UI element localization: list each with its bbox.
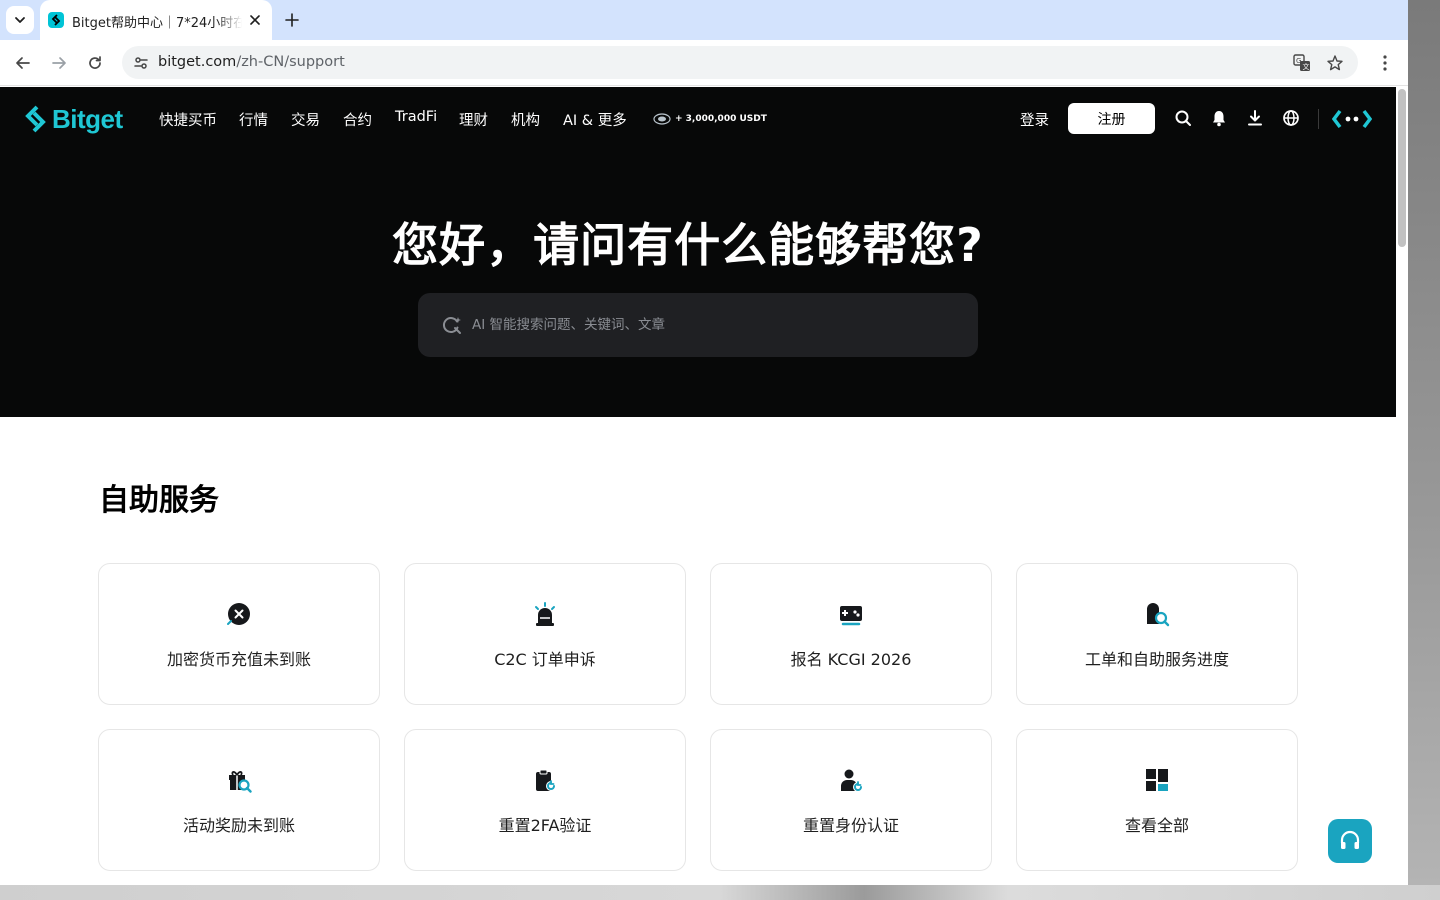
download-button[interactable] (1245, 108, 1265, 128)
close-icon (250, 15, 260, 25)
gamepad-icon (838, 601, 864, 627)
site-header: Bitget 快捷买币 行情 交易 合约 TradFi 理财 机构 AI & 更… (0, 87, 1396, 151)
language-button[interactable] (1281, 108, 1301, 128)
header-search-button[interactable] (1173, 108, 1193, 128)
card-label: C2C 订单申诉 (494, 650, 596, 669)
register-button[interactable]: 注册 (1068, 103, 1155, 134)
card-label: 活动奖励未到账 (182, 816, 295, 835)
tab-search-button[interactable] (6, 6, 34, 34)
nav-ai-more[interactable]: AI & 更多 (563, 109, 627, 130)
bell-icon (1213, 111, 1225, 127)
service-card-ticket-progress[interactable]: 工单和自助服务进度 (1016, 563, 1298, 705)
bookmark-button[interactable] (1325, 53, 1345, 73)
url-host: bitget.com (158, 54, 237, 70)
tune-icon (134, 57, 148, 69)
browser-toolbar: bitget.com/zh-CN/support G 文 (0, 40, 1408, 86)
card-label: 加密货币充值未到账 (166, 650, 311, 669)
brand-partner-logo[interactable] (1332, 107, 1372, 131)
page-title: 您好，请问有什么能够帮您? (392, 218, 984, 272)
url-path: /zh-CN/support (236, 54, 345, 70)
card-label: 重置身份认证 (802, 816, 899, 835)
reload-icon (89, 56, 101, 69)
more-vertical-icon (1383, 55, 1387, 71)
logo-text: Bitget (52, 103, 123, 134)
user-reset-icon (838, 767, 864, 793)
customer-support-button[interactable] (1328, 819, 1372, 863)
nav-futures[interactable]: 合约 (343, 109, 372, 130)
nav-markets[interactable]: 行情 (239, 109, 268, 130)
service-card-kcgi-signup[interactable]: 报名 KCGI 2026 (710, 563, 992, 705)
scrollbar-thumb[interactable] (1398, 89, 1406, 247)
translate-icon: G 文 (1293, 54, 1310, 71)
promo-text: + 3,000,000 USDT (675, 114, 767, 124)
arrow-right-icon (52, 57, 66, 69)
page-viewport: Bitget 快捷买币 行情 交易 合约 TradFi 理财 机构 AI & 更… (0, 87, 1408, 885)
bitget-logo[interactable]: Bitget (24, 103, 123, 135)
browser-window: Bitget帮助中心｜7*24小时在线 bitget.com/zh-CN/sup… (0, 0, 1408, 885)
notifications-button[interactable] (1209, 108, 1229, 128)
bitget-logo-icon (25, 105, 46, 133)
forward-button[interactable] (46, 50, 72, 76)
new-tab-button[interactable] (280, 8, 304, 32)
service-card-deposit-missing[interactable]: 加密货币充值未到账 (98, 563, 380, 705)
svg-text:文: 文 (1303, 62, 1310, 71)
headset-icon (1340, 830, 1360, 849)
gift-search-icon (226, 767, 252, 793)
reload-button[interactable] (82, 50, 108, 76)
brand-mark-icon (1332, 109, 1372, 129)
card-label: 重置2FA验证 (498, 816, 592, 835)
card-label: 报名 KCGI 2026 (790, 650, 912, 669)
svg-text:G: G (1296, 57, 1301, 65)
ai-search-icon (442, 315, 462, 335)
tab-title: Bitget帮助中心｜7*24小时在线 (72, 16, 242, 30)
self-service-title: 自助服务 (99, 483, 219, 518)
card-label: 查看全部 (1124, 816, 1189, 835)
hero-section: Bitget 快捷买币 行情 交易 合约 TradFi 理财 机构 AI & 更… (0, 87, 1396, 417)
active-tab[interactable]: Bitget帮助中心｜7*24小时在线 (40, 0, 272, 40)
deposit-error-icon (226, 601, 252, 627)
chevron-down-icon (15, 17, 25, 23)
nav-trade[interactable]: 交易 (291, 109, 320, 130)
tab-close-button[interactable] (246, 11, 264, 29)
browser-menu-button[interactable] (1372, 50, 1398, 76)
clipboard-reset-icon (532, 767, 558, 793)
address-bar[interactable]: bitget.com/zh-CN/support G 文 (122, 46, 1358, 79)
search-input[interactable] (472, 313, 952, 337)
service-card-view-all[interactable]: 查看全部 (1016, 729, 1298, 871)
star-icon (1327, 55, 1343, 71)
translate-button[interactable]: G 文 (1292, 53, 1312, 73)
promo-banner[interactable]: + 3,000,000 USDT (653, 111, 767, 127)
ticket-search-icon (1144, 601, 1170, 627)
search-icon (1175, 110, 1191, 126)
download-icon (1248, 110, 1262, 126)
desktop-taskbar-edge (0, 885, 1440, 900)
nav-tradfi[interactable]: TradFi (395, 109, 437, 125)
site-info-button[interactable] (130, 52, 152, 74)
nav-institutional[interactable]: 机构 (511, 109, 540, 130)
nav-quick-buy[interactable]: 快捷买币 (159, 109, 217, 130)
url-text: bitget.com/zh-CN/support (158, 54, 345, 70)
grid-icon (1144, 767, 1170, 793)
plus-icon (285, 13, 299, 27)
service-card-reset-identity[interactable]: 重置身份认证 (710, 729, 992, 871)
card-label: 工单和自助服务进度 (1084, 650, 1229, 669)
service-card-c2c-appeal[interactable]: C2C 订单申诉 (404, 563, 686, 705)
globe-icon (1283, 110, 1299, 126)
back-button[interactable] (10, 50, 36, 76)
desktop-background (1408, 0, 1440, 900)
login-link[interactable]: 登录 (1020, 109, 1049, 130)
arrow-left-icon (16, 57, 30, 69)
trophy-badge-icon (653, 113, 671, 125)
bitget-favicon-icon (48, 12, 64, 28)
header-divider (1318, 109, 1319, 129)
service-card-reset-2fa[interactable]: 重置2FA验证 (404, 729, 686, 871)
tab-strip: Bitget帮助中心｜7*24小时在线 (0, 0, 1408, 40)
alarm-siren-icon (532, 601, 558, 627)
nav-earn[interactable]: 理财 (459, 109, 488, 130)
service-card-reward-missing[interactable]: 活动奖励未到账 (98, 729, 380, 871)
ai-search-box[interactable] (418, 293, 978, 357)
